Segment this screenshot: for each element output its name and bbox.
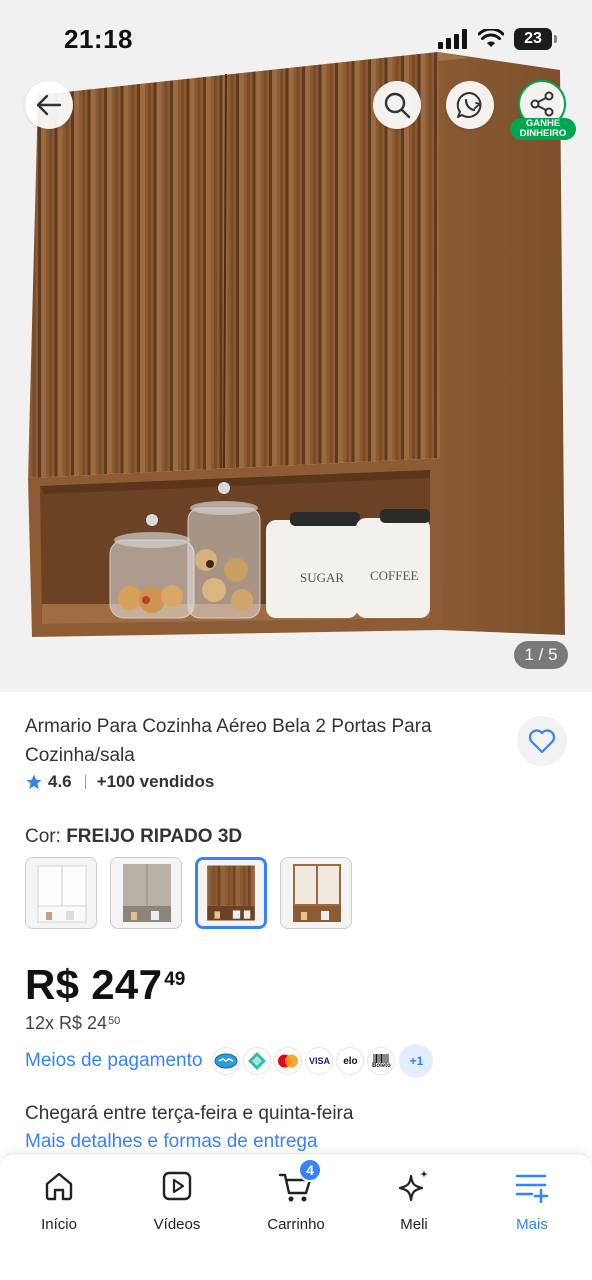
tab-videos[interactable]: Vídeos bbox=[127, 1166, 227, 1233]
variant-white[interactable] bbox=[25, 857, 97, 929]
mastercard-icon bbox=[274, 1047, 303, 1075]
tab-mais[interactable]: Mais bbox=[482, 1166, 582, 1233]
star-icon bbox=[26, 774, 42, 790]
home-icon bbox=[45, 1172, 73, 1201]
canisters: SUGAR COFFEE bbox=[266, 509, 430, 618]
sparkle-icon bbox=[398, 1170, 428, 1202]
color-variants bbox=[25, 857, 352, 929]
heart-icon bbox=[528, 729, 556, 754]
price: R$ 247 49 bbox=[25, 961, 185, 1009]
tab-meli[interactable]: Meli bbox=[364, 1166, 464, 1233]
rating-separator bbox=[84, 775, 86, 789]
video-icon bbox=[162, 1171, 192, 1201]
cart-count-badge: 4 bbox=[298, 1158, 322, 1182]
variant-freijo-ripado[interactable] bbox=[195, 857, 267, 929]
sold-count: +100 vendidos bbox=[96, 772, 215, 791]
color-label-prefix: Cor: bbox=[25, 826, 61, 847]
installment-cents: 50 bbox=[108, 1015, 121, 1027]
variant-freijo-thumb bbox=[198, 860, 264, 926]
variant-white-thumb bbox=[26, 858, 96, 928]
pix-icon bbox=[243, 1047, 272, 1075]
elo-icon: elo bbox=[336, 1047, 365, 1075]
delivery-estimate: Chegará entre terça-feira e quinta-feira bbox=[25, 1103, 354, 1124]
battery-indicator: 23 bbox=[514, 28, 557, 50]
tab-inicio-label: Início bbox=[41, 1216, 77, 1233]
payment-methods[interactable]: Meios de pagamento VISA elo Boleto +1 bbox=[25, 1044, 434, 1078]
product-image-gallery[interactable]: SUGAR COFFEE 21:18 23 GANHE DINHEIRO 1 /… bbox=[0, 0, 592, 692]
bottom-tab-bar: Início Vídeos 4 Carrinho Meli Mais bbox=[0, 1153, 592, 1280]
menu-plus-icon bbox=[515, 1174, 549, 1203]
earn-money-badge[interactable]: GANHE DINHEIRO bbox=[510, 118, 576, 140]
price-cents: 49 bbox=[164, 969, 186, 990]
variant-offwhite-freijo[interactable] bbox=[280, 857, 352, 929]
tab-inicio[interactable]: Início bbox=[9, 1166, 109, 1233]
wifi-icon bbox=[478, 29, 504, 47]
status-bar: 21:18 23 bbox=[0, 0, 592, 80]
sugar-label: SUGAR bbox=[300, 570, 344, 585]
installment-main: 12x R$ 24 bbox=[25, 1013, 108, 1033]
favorite-button[interactable] bbox=[517, 716, 567, 766]
price-main: R$ 247 bbox=[25, 961, 163, 1008]
share-icon bbox=[530, 91, 554, 117]
product-title: Armario Para Cozinha Aéreo Bela 2 Portas… bbox=[25, 716, 432, 766]
mercado-pago-icon bbox=[212, 1047, 241, 1075]
boleto-label: Boleto bbox=[372, 1062, 391, 1069]
status-icons: 23 bbox=[438, 28, 557, 50]
payment-icons: VISA elo Boleto bbox=[212, 1047, 396, 1075]
image-counter: 1 / 5 bbox=[514, 641, 568, 669]
color-label: Cor: FREIJO RIPADO 3D bbox=[25, 826, 242, 848]
rating-value: 4.6 bbox=[48, 772, 72, 791]
whatsapp-icon bbox=[456, 91, 482, 118]
arrow-left-icon bbox=[36, 94, 62, 116]
delivery-details-link[interactable]: Mais detalhes e formas de entrega bbox=[25, 1131, 318, 1153]
tab-carrinho-label: Carrinho bbox=[267, 1216, 325, 1233]
variant-gray-thumb bbox=[111, 858, 181, 928]
payment-methods-link[interactable]: Meios de pagamento bbox=[25, 1050, 202, 1072]
rating-row[interactable]: 4.6 +100 vendidos bbox=[25, 772, 214, 792]
color-value: FREIJO RIPADO 3D bbox=[66, 826, 243, 847]
battery-level: 23 bbox=[524, 30, 542, 47]
visa-icon: VISA bbox=[305, 1047, 334, 1075]
search-button[interactable] bbox=[373, 81, 421, 129]
search-icon bbox=[384, 92, 411, 119]
coffee-label: COFFEE bbox=[370, 568, 418, 583]
earn-badge-line2: DINHEIRO bbox=[519, 128, 567, 139]
tab-meli-label: Meli bbox=[400, 1216, 428, 1233]
variant-offwhite-thumb bbox=[281, 858, 351, 928]
product-image: SUGAR COFFEE bbox=[28, 52, 565, 637]
signal-icon bbox=[438, 29, 467, 49]
back-button[interactable] bbox=[25, 81, 73, 129]
status-time: 21:18 bbox=[64, 24, 133, 54]
tab-mais-label: Mais bbox=[516, 1216, 548, 1233]
tab-videos-label: Vídeos bbox=[153, 1216, 201, 1233]
boleto-icon: Boleto bbox=[367, 1047, 396, 1075]
more-payment-methods[interactable]: +1 bbox=[399, 1044, 434, 1078]
installment-price: 12x R$ 24 50 bbox=[25, 1013, 120, 1034]
tab-carrinho[interactable]: 4 Carrinho bbox=[246, 1158, 346, 1233]
variant-gray[interactable] bbox=[110, 857, 182, 929]
whatsapp-share-button[interactable] bbox=[446, 81, 494, 129]
